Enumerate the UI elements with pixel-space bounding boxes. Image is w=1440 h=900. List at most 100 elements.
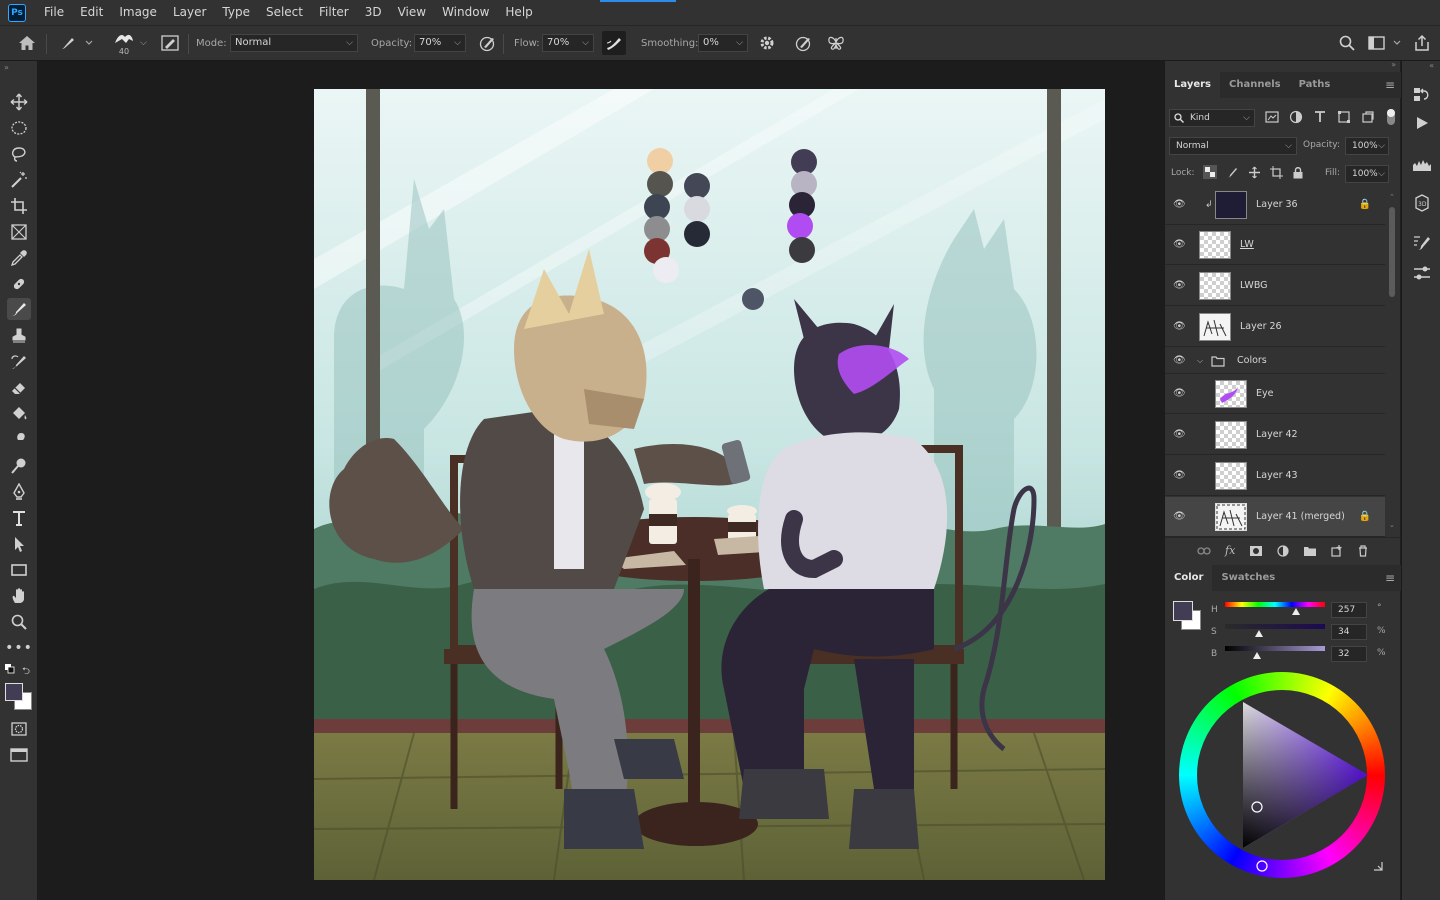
artwork-image[interactable]	[314, 89, 1105, 880]
layer-row-layer-26[interactable]: 👁 Layer 26	[1165, 307, 1385, 347]
frame-tool-icon[interactable]	[7, 221, 31, 243]
eraser-icon[interactable]	[7, 377, 31, 399]
layer-row-layer-42[interactable]: 👁 Layer 42	[1165, 415, 1385, 455]
new-layer-icon[interactable]	[1331, 544, 1343, 557]
brush-preset-picker[interactable]: 40	[112, 26, 136, 60]
symmetry-butterfly-icon[interactable]	[826, 26, 846, 60]
eyedropper-icon[interactable]	[7, 247, 31, 269]
pressure-size-icon[interactable]	[794, 26, 814, 60]
color-triangle[interactable]	[1179, 672, 1385, 878]
chevron-down-icon[interactable]: ⌵	[1197, 356, 1203, 366]
expand-panels-icon[interactable]: «	[1429, 61, 1434, 70]
magic-wand-icon[interactable]	[7, 169, 31, 191]
dodge-tool-icon[interactable]	[7, 455, 31, 477]
brightness-slider-thumb[interactable]	[1253, 652, 1261, 659]
trash-icon[interactable]	[1357, 544, 1369, 557]
smudge-tool-icon[interactable]	[7, 429, 31, 451]
tab-paths[interactable]: Paths	[1290, 72, 1340, 98]
paint-bucket-icon[interactable]	[7, 403, 31, 425]
saturation-slider[interactable]	[1225, 624, 1325, 629]
healing-brush-icon[interactable]	[7, 273, 31, 295]
color-wheel-resize-icon[interactable]	[1372, 860, 1384, 872]
chevron-down-icon[interactable]: ⌵	[140, 26, 147, 60]
hand-tool-icon[interactable]	[7, 585, 31, 607]
chevron-down-icon[interactable]: ⌄	[1389, 521, 1395, 529]
brightness-slider[interactable]	[1225, 646, 1325, 651]
visibility-eye-icon[interactable]: 👁	[1173, 470, 1186, 481]
pressure-opacity-icon[interactable]	[478, 26, 498, 60]
filter-toggle-switch[interactable]	[1387, 109, 1395, 125]
lasso-tool-icon[interactable]	[7, 143, 31, 165]
tab-channels[interactable]: Channels	[1220, 72, 1290, 98]
menu-help[interactable]: Help	[497, 0, 540, 25]
layer-row-eye[interactable]: 👁 Eye	[1165, 374, 1385, 414]
workspace-icon[interactable]	[1368, 26, 1402, 60]
layer-row-layer-43[interactable]: 👁 Layer 43	[1165, 456, 1385, 496]
visibility-eye-icon[interactable]: 👁	[1173, 199, 1186, 210]
lock-artboard-icon[interactable]	[1270, 165, 1283, 179]
layer-row-lw[interactable]: 👁 LW	[1165, 225, 1385, 265]
pen-tool-icon[interactable]	[7, 481, 31, 503]
hue-input[interactable]: 257	[1331, 602, 1367, 618]
layer-row-layer-41-merged[interactable]: 👁 Layer 41 (merged) 🔒	[1165, 497, 1385, 537]
saturation-input[interactable]: 34	[1331, 624, 1367, 640]
menu-view[interactable]: View	[390, 0, 434, 25]
gear-icon[interactable]	[758, 26, 776, 60]
adjustments-sliders-icon[interactable]	[1410, 261, 1434, 285]
elliptical-marquee-icon[interactable]	[7, 117, 31, 139]
layer-group-colors[interactable]: 👁 ⌵ Colors	[1165, 348, 1385, 374]
flow-input[interactable]: 70% ⌵	[542, 34, 594, 52]
filter-shape-icon[interactable]	[1337, 110, 1351, 124]
crop-tool-icon[interactable]	[7, 195, 31, 217]
foreground-color-swatch[interactable]	[5, 683, 23, 701]
play-actions-icon[interactable]	[1410, 111, 1434, 135]
visibility-eye-icon[interactable]: 👁	[1173, 429, 1186, 440]
layer-filter-kind-dropdown[interactable]: Kind ⌵	[1169, 109, 1255, 127]
photoshop-logo[interactable]: Ps	[8, 3, 26, 22]
tab-layers[interactable]: Layers	[1165, 72, 1220, 98]
visibility-eye-icon[interactable]: 👁	[1173, 239, 1186, 250]
fx-icon[interactable]: fx	[1225, 544, 1235, 557]
layer-opacity-input[interactable]: 100% ⌵	[1345, 137, 1389, 155]
histogram-icon[interactable]	[1410, 153, 1434, 177]
color-panel-foreground-swatch[interactable]	[1173, 601, 1193, 621]
new-group-icon[interactable]	[1303, 545, 1317, 557]
clone-stamp-icon[interactable]	[7, 325, 31, 347]
swap-colors-icon[interactable]: ⮌	[22, 664, 30, 681]
visibility-eye-icon[interactable]: 👁	[1173, 511, 1186, 522]
zoom-tool-icon[interactable]	[7, 611, 31, 633]
menu-image[interactable]: Image	[111, 0, 165, 25]
lock-all-icon[interactable]	[1292, 166, 1304, 179]
add-mask-icon[interactable]	[1249, 545, 1263, 557]
brightness-input[interactable]: 32	[1331, 646, 1367, 662]
default-colors-icon[interactable]	[5, 664, 15, 677]
mode-dropdown[interactable]: Normal ⌵	[230, 34, 358, 52]
document-canvas-area[interactable]	[39, 61, 1163, 900]
filter-type-icon[interactable]	[1313, 110, 1327, 124]
airbrush-toggle-icon[interactable]	[602, 31, 626, 55]
layers-scrollbar[interactable]: ⌃ ⌄	[1387, 191, 1397, 537]
history-panel-icon[interactable]	[1410, 83, 1434, 107]
screen-mode-icon[interactable]	[7, 744, 31, 766]
filter-smart-object-icon[interactable]	[1361, 110, 1375, 124]
visibility-eye-icon[interactable]: 👁	[1173, 321, 1186, 332]
layer-blend-mode-dropdown[interactable]: Normal ⌵	[1169, 137, 1297, 155]
link-layers-icon[interactable]	[1197, 546, 1211, 556]
smoothing-input[interactable]: 0% ⌵	[698, 34, 748, 52]
brush-settings-panel-icon[interactable]	[1410, 231, 1434, 255]
menu-edit[interactable]: Edit	[72, 0, 111, 25]
history-brush-icon[interactable]	[7, 351, 31, 373]
visibility-eye-icon[interactable]: 👁	[1173, 355, 1186, 366]
filter-adjustment-icon[interactable]	[1289, 110, 1303, 124]
layer-row-layer-36[interactable]: 👁 ↲ Layer 36 🔒	[1165, 191, 1385, 225]
layer-fill-input[interactable]: 100% ⌵	[1345, 165, 1389, 183]
quick-mask-icon[interactable]	[7, 718, 31, 740]
saturation-slider-thumb[interactable]	[1255, 630, 1263, 637]
home-icon[interactable]	[18, 26, 36, 60]
layer-row-lwbg[interactable]: 👁 LWBG	[1165, 266, 1385, 306]
color-panel-menu-icon[interactable]: ≡	[1385, 571, 1395, 585]
scrollbar-thumb[interactable]	[1389, 207, 1395, 297]
brush-settings-icon[interactable]	[160, 26, 180, 60]
visibility-eye-icon[interactable]: 👁	[1173, 388, 1186, 399]
more-tools-icon[interactable]: •••	[5, 637, 32, 659]
